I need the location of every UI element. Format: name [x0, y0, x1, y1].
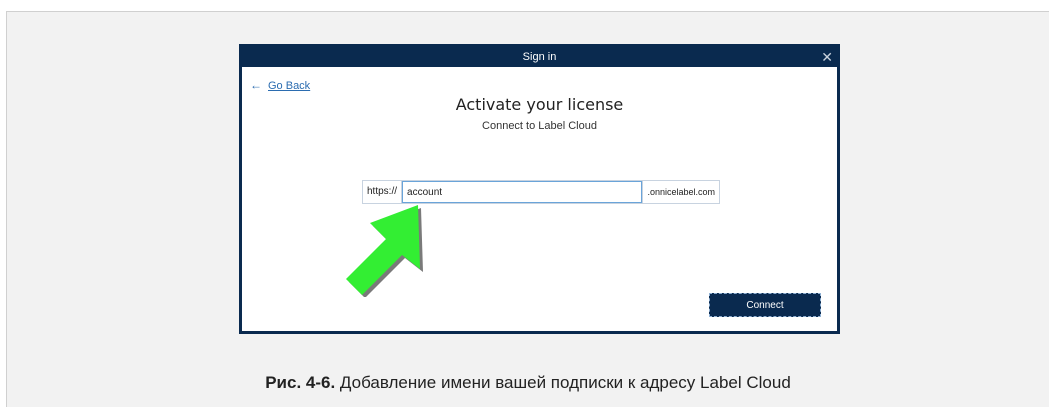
title-bar: Sign in ✕ — [242, 47, 837, 67]
page-heading: Activate your license — [455, 95, 624, 114]
url-suffix: .onnicelabel.com — [642, 181, 719, 203]
close-icon[interactable]: ✕ — [821, 47, 833, 67]
caption-text: Добавление имени вашей подписки к адресу… — [335, 373, 791, 392]
arrow-left-icon: ← — [250, 78, 262, 92]
account-input[interactable] — [402, 181, 643, 203]
go-back-label: Go Back — [268, 80, 311, 92]
connect-button[interactable]: Connect — [709, 293, 821, 317]
page-subheading: Connect to Label Cloud — [482, 120, 597, 132]
green-arrow-icon — [346, 205, 423, 297]
figure-frame: Sign in ✕ ← Go Back Activate your license… — [6, 11, 1049, 407]
sign-in-window: Sign in ✕ ← Go Back Activate your license… — [239, 44, 840, 334]
window-title: Sign in — [522, 51, 557, 63]
caption-label: Рис. 4-6. — [265, 373, 336, 392]
figure-caption: Рис. 4-6. Добавление имени вашей подписк… — [7, 373, 1049, 393]
go-back-link[interactable]: ← Go Back — [250, 78, 310, 92]
